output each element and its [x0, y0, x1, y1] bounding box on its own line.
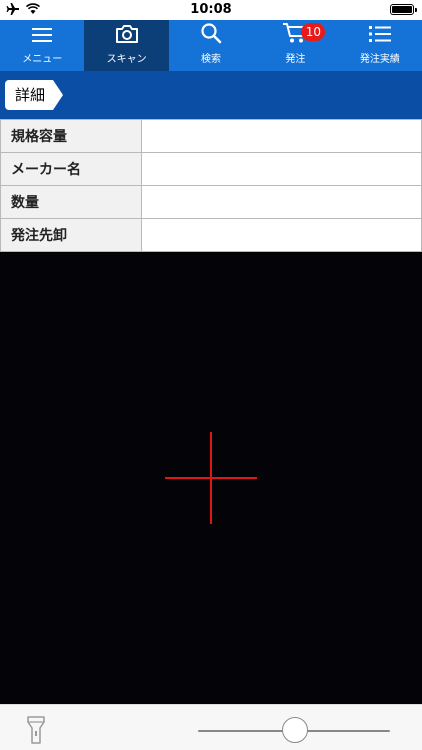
tab-label: メニュー — [22, 54, 63, 65]
crosshair-horizontal — [165, 477, 257, 479]
flashlight-icon[interactable] — [26, 715, 46, 749]
table-row: メーカー名 — [0, 152, 422, 186]
list-icon — [368, 24, 392, 50]
camera-scan-view[interactable] — [0, 253, 422, 704]
detail-tag-button[interactable]: 詳細 — [5, 80, 64, 110]
tab-label: 発注 — [285, 54, 306, 65]
tab-bar: メニュー スキャン 検索 発注 10 発注実績 — [0, 20, 422, 71]
row-label-maker: メーカー名 — [0, 152, 142, 186]
table-row: 数量 — [0, 185, 422, 219]
bottom-toolbar — [0, 704, 422, 750]
tab-scan[interactable]: スキャン — [84, 20, 169, 71]
row-value-maker — [141, 152, 422, 186]
tab-order-history[interactable]: 発注実績 — [338, 20, 422, 71]
battery-icon — [390, 4, 417, 15]
tab-order[interactable]: 発注 10 — [253, 20, 337, 71]
row-label-supplier: 発注先卸 — [0, 218, 142, 252]
row-value-supplier — [141, 218, 422, 252]
detail-header: 詳細 — [0, 71, 422, 119]
product-info-table: 規格容量 メーカー名 数量 発注先卸 — [0, 119, 422, 252]
camera-icon — [115, 24, 139, 50]
table-row: 規格容量 — [0, 119, 422, 153]
row-value-quantity — [141, 185, 422, 219]
row-value-capacity — [141, 119, 422, 153]
row-label-quantity: 数量 — [0, 185, 142, 219]
tab-search[interactable]: 検索 — [169, 20, 253, 71]
row-label-capacity: 規格容量 — [0, 119, 142, 153]
tab-label: 発注実績 — [359, 54, 400, 65]
zoom-slider-thumb[interactable] — [282, 717, 308, 743]
tab-menu[interactable]: メニュー — [0, 20, 84, 71]
order-count-badge: 10 — [301, 23, 326, 41]
table-row: 発注先卸 — [0, 218, 422, 252]
menu-icon — [31, 26, 53, 50]
tab-label: 検索 — [201, 54, 222, 65]
tab-label: スキャン — [106, 54, 147, 65]
search-icon — [200, 22, 222, 50]
status-bar: 10:08 — [0, 0, 422, 20]
status-time: 10:08 — [190, 2, 232, 17]
